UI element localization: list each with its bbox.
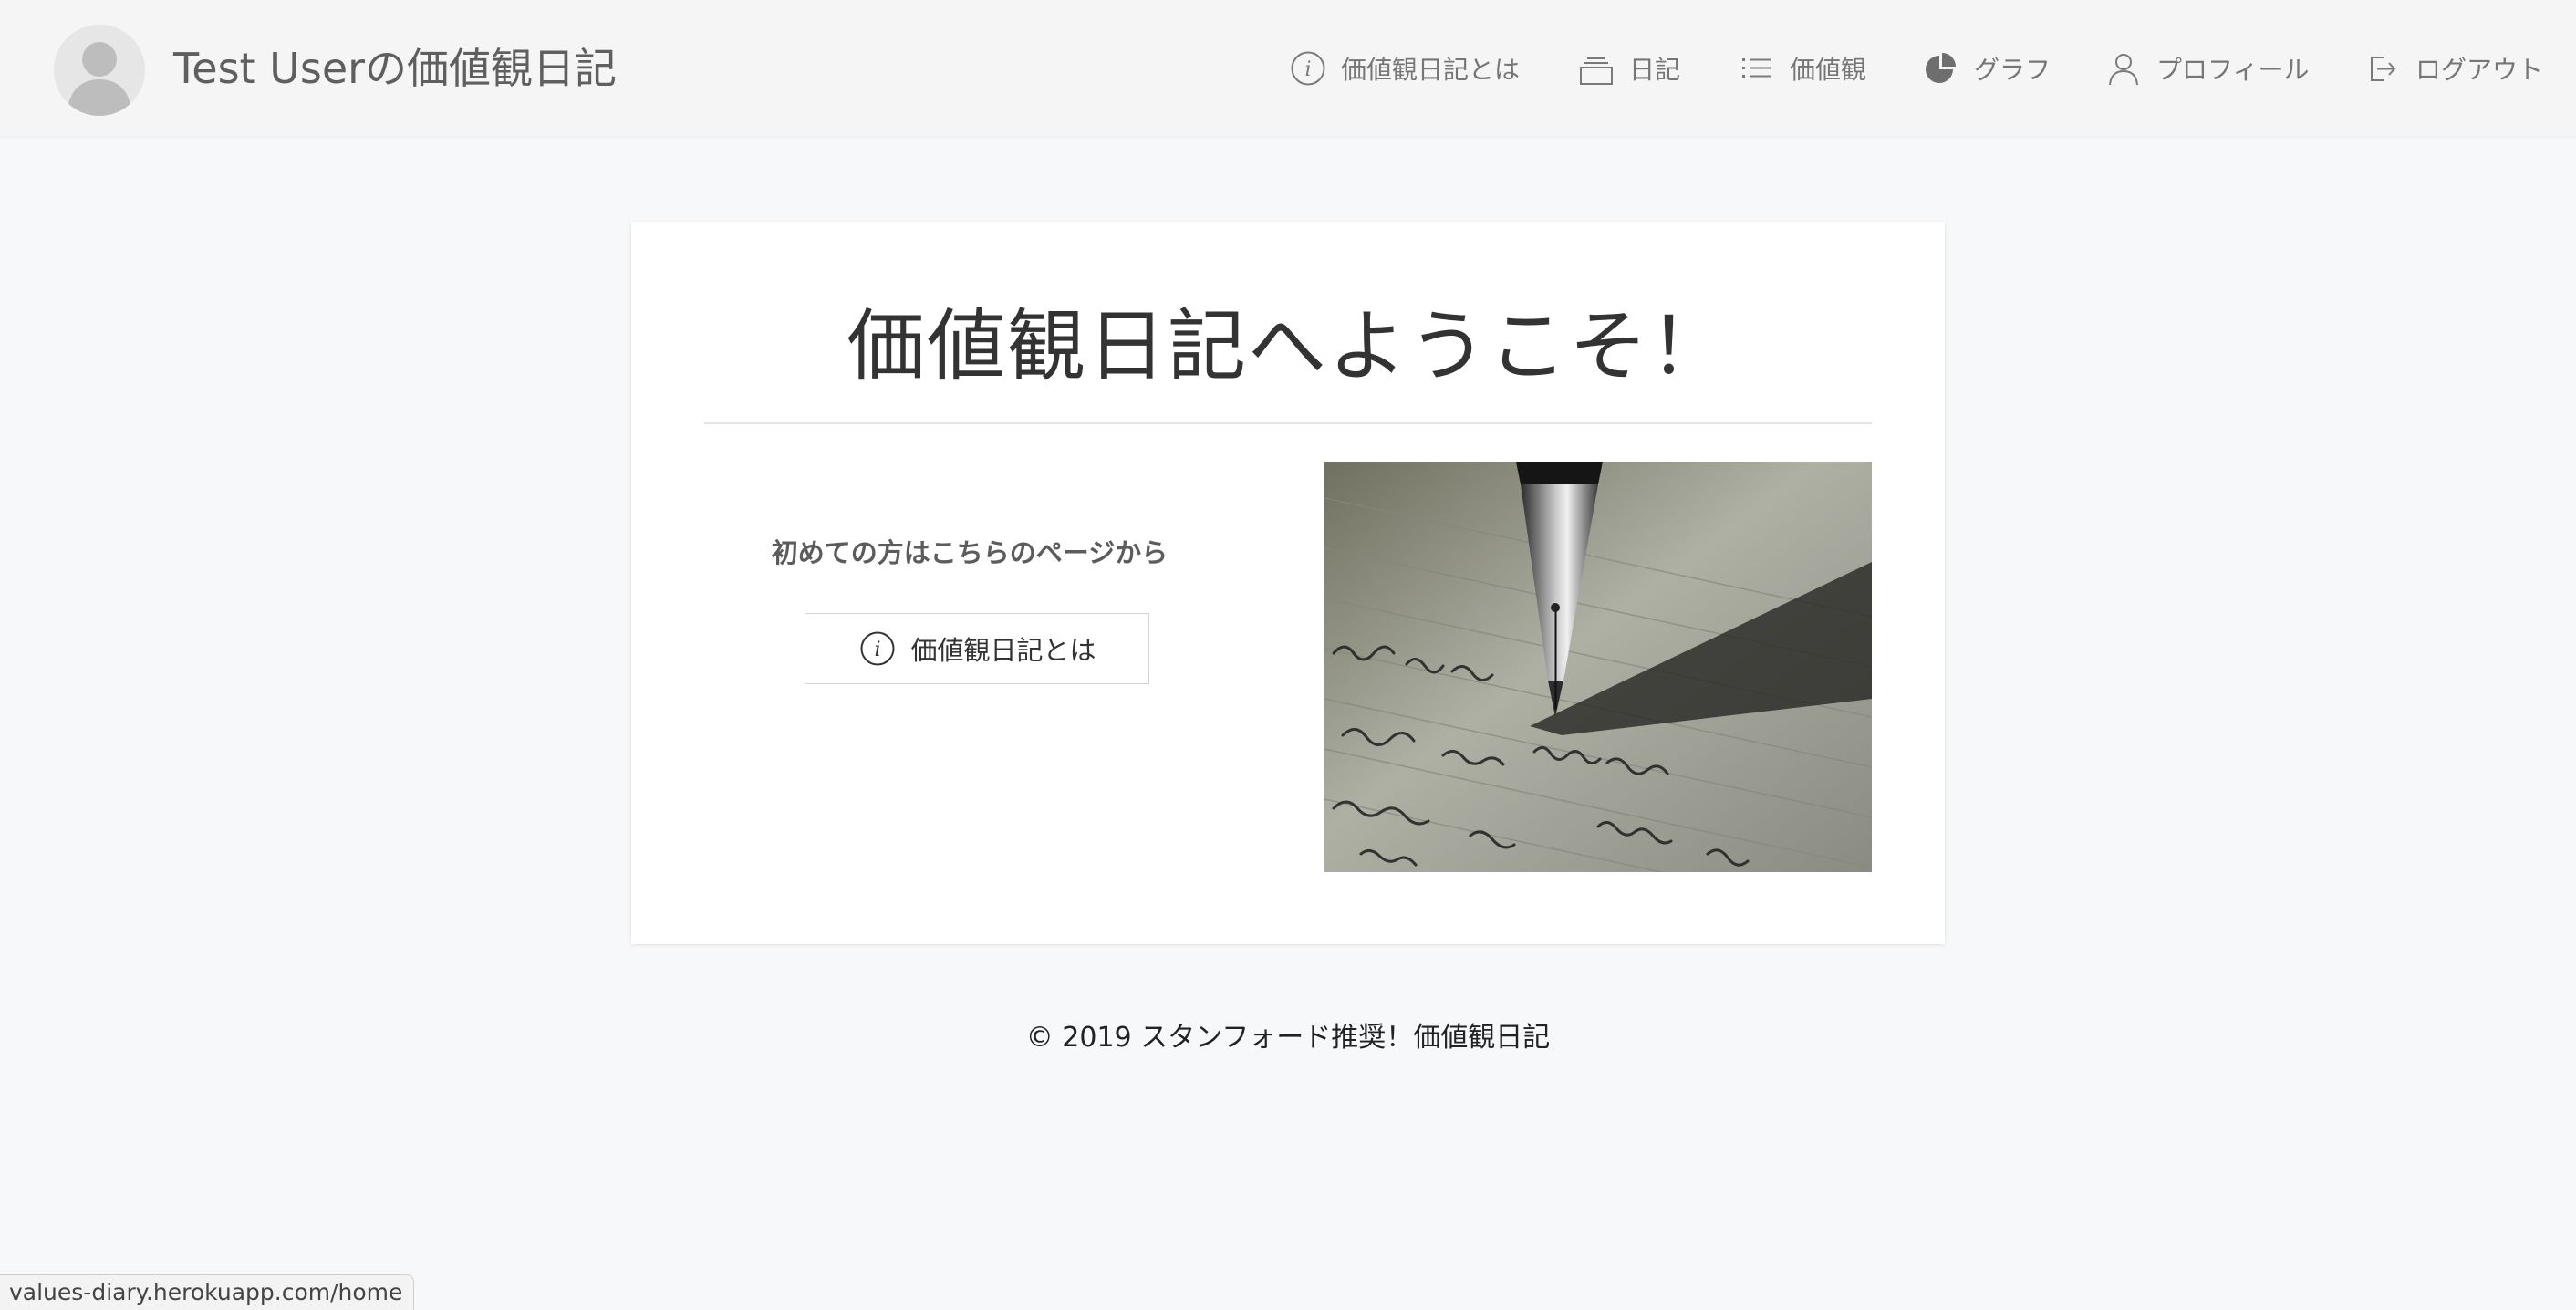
- nav-item-diary[interactable]: 日記: [1576, 46, 1680, 91]
- top-navbar: Test Userの価値観日記 i 価値観日記とは 日記 価値観 グラフ プロフ…: [0, 0, 2576, 138]
- pie-chart-icon: [1921, 48, 1961, 88]
- nav-item-values-label: 価値観: [1790, 55, 1867, 85]
- nav-item-graph-label: グラフ: [1974, 55, 2051, 85]
- svg-text:i: i: [875, 639, 881, 661]
- nav-item-graph[interactable]: グラフ: [1921, 46, 2051, 91]
- logout-icon: [2363, 48, 2403, 88]
- nav-item-about-label: 価値観日記とは: [1341, 55, 1521, 85]
- welcome-card: 価値観日記へようこそ！ 初めての方はこちらのページから i 価値観日記とは: [631, 222, 1945, 944]
- avatar[interactable]: [54, 25, 145, 116]
- list-icon: [1737, 48, 1777, 88]
- divider: [704, 422, 1872, 424]
- info-circle-icon: i: [1288, 48, 1328, 88]
- nav-item-about[interactable]: i 価値観日記とは: [1288, 46, 1520, 91]
- nav-item-profile-label: プロフィール: [2156, 55, 2310, 85]
- about-button-label: 価値観日記とは: [910, 635, 1096, 666]
- svg-text:i: i: [1304, 58, 1311, 81]
- fountain-pen-photo: [1324, 462, 1872, 872]
- stacked-box-icon: [1576, 48, 1616, 88]
- browser-status-bar: values-diary.herokuapp.com/home: [0, 1274, 415, 1310]
- nav-item-logout-label: ログアウト: [2415, 55, 2544, 85]
- nav-item-diary-label: 日記: [1629, 55, 1681, 85]
- intro-label: 初めての方はこちらのページから: [771, 537, 1169, 568]
- nav-item-profile[interactable]: プロフィール: [2103, 46, 2309, 91]
- site-title[interactable]: Test Userの価値観日記: [173, 40, 617, 97]
- default-user-icon: [54, 25, 145, 116]
- nav-item-logout[interactable]: ログアウト: [2363, 46, 2543, 91]
- info-circle-icon: i: [857, 629, 898, 669]
- about-button[interactable]: i 価値観日記とは: [805, 613, 1149, 684]
- footer-copyright: © 2019 スタンフォード推奨！価値観日記: [1025, 1022, 1551, 1054]
- nav-item-values[interactable]: 価値観: [1737, 46, 1866, 91]
- user-icon: [2103, 48, 2144, 88]
- welcome-title: 価値観日記へようこそ！: [847, 301, 1729, 392]
